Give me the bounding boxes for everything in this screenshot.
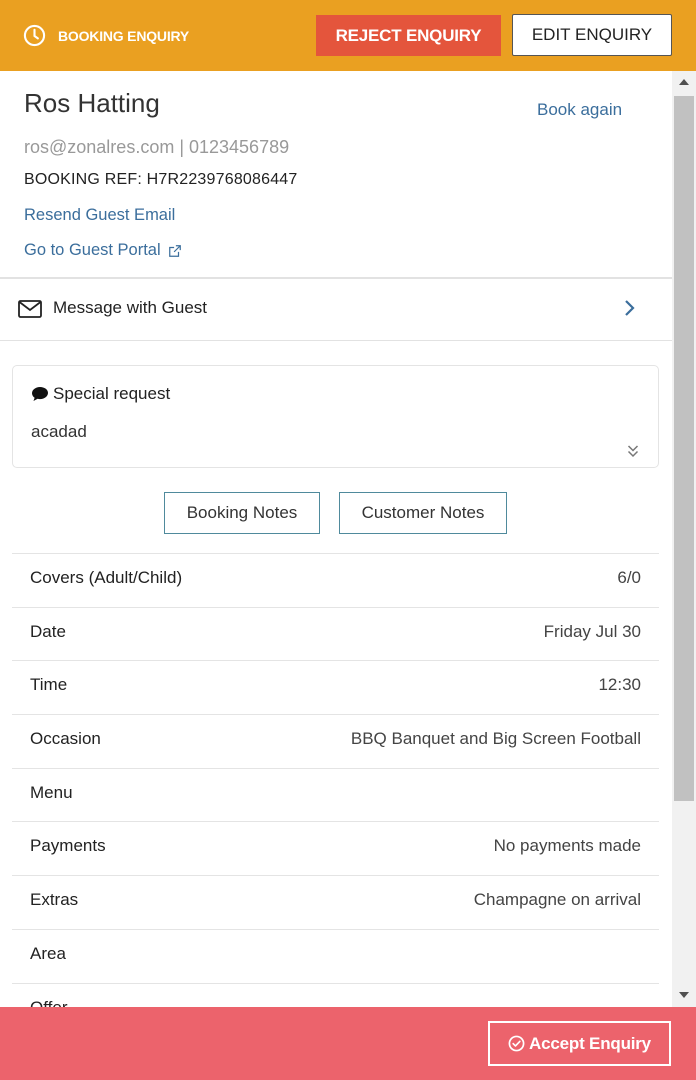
detail-value: No payments made [493, 836, 641, 856]
special-request-label: Special request [53, 384, 171, 403]
detail-value: 12:30 [598, 675, 641, 695]
detail-row-payments: Payments No payments made [12, 821, 659, 875]
chevron-right-icon [625, 300, 635, 316]
status-label: BOOKING ENQUIRY [58, 27, 190, 44]
guest-portal-label: Go to Guest Portal [24, 241, 161, 259]
detail-row-covers: Covers (Adult/Child) 6/0 [12, 553, 659, 607]
detail-row-date: Date Friday Jul 30 [12, 606, 659, 661]
footer-bar: Accept Enquiry [0, 1007, 696, 1080]
accept-enquiry-button[interactable]: Accept Enquiry [488, 1021, 671, 1066]
guest-name: Ros Hatting [24, 88, 160, 118]
detail-row-offer: Offer [12, 982, 659, 1008]
scrollbar-thumb[interactable] [674, 96, 694, 801]
speech-bubble-icon [32, 387, 48, 401]
check-circle-icon [508, 1035, 525, 1052]
detail-label: Time [30, 675, 68, 695]
external-link-icon [168, 244, 181, 257]
book-again-link[interactable]: Book again [537, 100, 622, 120]
clock-icon [23, 24, 46, 47]
reject-enquiry-button[interactable]: REJECT ENQUIRY [316, 15, 501, 56]
resend-guest-email-label: Resend Guest Email [24, 206, 176, 224]
detail-label: Date [30, 621, 66, 641]
booking-notes-button[interactable]: Booking Notes [164, 492, 320, 534]
detail-value: BBQ Banquet and Big Screen Football [350, 729, 641, 749]
vertical-scrollbar[interactable] [672, 71, 696, 1007]
detail-row-extras: Extras Champagne on arrival [12, 875, 659, 929]
detail-label: Occasion [30, 729, 101, 749]
detail-value: Friday Jul 30 [543, 621, 641, 641]
detail-label: Extras [30, 890, 79, 910]
booking-details-panel: Ros Hatting Book again ros@zonalres.com … [0, 71, 672, 1007]
message-with-guest-row[interactable]: Message with Guest [0, 279, 672, 341]
message-with-guest-label: Message with Guest [53, 298, 208, 317]
detail-label: Offer [30, 997, 68, 1008]
detail-value: 6/0 [617, 568, 641, 587]
envelope-icon [18, 300, 42, 318]
guest-contact: ros@zonalres.com | 0123456789 [24, 137, 290, 157]
double-chevron-down-icon[interactable] [627, 444, 639, 458]
enquiry-status: BOOKING ENQUIRY [23, 24, 189, 47]
accept-enquiry-label: Accept Enquiry [529, 1033, 651, 1053]
customer-notes-button[interactable]: Customer Notes [339, 492, 507, 534]
detail-label: Menu [30, 782, 73, 802]
header-bar: BOOKING ENQUIRY REJECT ENQUIRY EDIT ENQU… [0, 0, 696, 71]
detail-row-time: Time 12:30 [12, 660, 659, 714]
special-request-panel: Special request acadad [12, 365, 659, 468]
detail-row-area: Area [12, 928, 659, 983]
booking-reference: BOOKING REF: H7R2239768086447 [24, 171, 298, 188]
detail-row-menu: Menu [12, 767, 659, 822]
detail-label: Covers (Adult/Child) [30, 568, 183, 587]
scroll-up-arrow-icon[interactable] [679, 79, 689, 85]
edit-enquiry-button[interactable]: EDIT ENQUIRY [512, 14, 672, 56]
detail-label: Payments [30, 836, 106, 856]
detail-label: Area [30, 943, 66, 963]
scroll-down-arrow-icon[interactable] [679, 992, 689, 998]
detail-row-occasion: Occasion BBQ Banquet and Big Screen Foot… [12, 714, 659, 768]
resend-guest-email-link[interactable]: Resend Guest Email [24, 206, 175, 225]
special-request-text: acadad [31, 422, 87, 441]
detail-value: Champagne on arrival [473, 890, 641, 910]
guest-portal-link[interactable]: Go to Guest Portal [24, 241, 182, 260]
special-request-title: Special request [31, 384, 170, 404]
booking-detail-list: Covers (Adult/Child) 6/0 Date Friday Jul… [12, 553, 659, 1007]
